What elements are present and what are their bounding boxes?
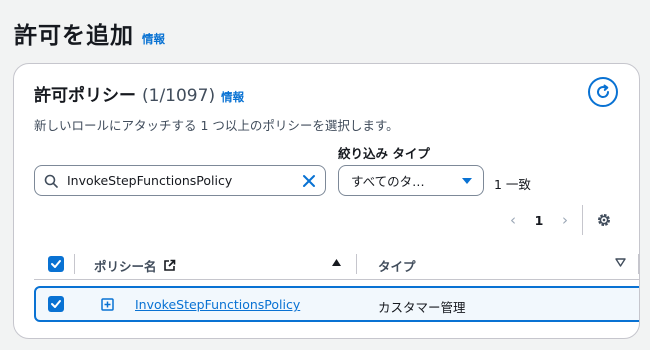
column-divider	[356, 254, 357, 274]
next-page-icon[interactable]: ›	[554, 211, 576, 229]
select-all-checkbox[interactable]	[48, 256, 64, 272]
pagination: ‹ 1 ›	[502, 205, 614, 235]
check-icon	[51, 260, 61, 268]
page-info-link[interactable]: 情報	[142, 31, 165, 47]
settings-button[interactable]	[594, 210, 614, 230]
page-title: 許可を追加	[14, 23, 134, 49]
panel-title: 許可ポリシー	[34, 86, 136, 106]
external-link-icon	[163, 259, 175, 271]
expand-plus-icon[interactable]	[101, 298, 114, 311]
column-divider	[638, 254, 639, 274]
row-checkbox[interactable]	[48, 296, 64, 312]
panel-info-link[interactable]: 情報	[221, 89, 244, 105]
filter-type-select[interactable]: すべてのタ…	[338, 165, 484, 196]
pager-divider	[582, 205, 583, 235]
match-count: 1 一致	[494, 177, 531, 192]
caret-down-icon	[462, 177, 472, 184]
column-divider	[74, 254, 75, 274]
selection-count: (1/1097)	[142, 86, 216, 106]
page-header: 許可を追加 情報	[14, 16, 165, 50]
table-header: ポリシー名 タイプ	[34, 248, 639, 280]
search-value[interactable]: InvokeStepFunctionsPolicy	[67, 173, 302, 188]
filter-type-label: 絞り込み タイプ	[338, 146, 430, 161]
search-input[interactable]: InvokeStepFunctionsPolicy	[34, 165, 326, 196]
panel-description: 新しいロールにアタッチする 1 つ以上のポリシーを選択します。	[34, 118, 399, 133]
table-row[interactable]: InvokeStepFunctionsPolicy カスタマー管理	[34, 286, 639, 322]
page-number[interactable]: 1	[524, 213, 554, 228]
sort-icon[interactable]	[615, 258, 626, 267]
search-icon	[44, 174, 58, 188]
check-icon	[51, 300, 61, 308]
panel-header: 許可ポリシー (1/1097) 情報	[34, 81, 244, 106]
filter-type-value: すべてのタ…	[351, 174, 425, 189]
column-header-policy-name[interactable]: ポリシー名	[94, 256, 176, 275]
policy-type: カスタマー管理	[378, 300, 466, 315]
sort-ascending-icon[interactable]	[331, 258, 342, 267]
policy-name-link[interactable]: InvokeStepFunctionsPolicy	[135, 297, 300, 312]
refresh-icon	[597, 84, 610, 98]
gear-icon	[598, 214, 610, 226]
prev-page-icon[interactable]: ‹	[502, 211, 524, 229]
column-header-type[interactable]: タイプ	[378, 256, 416, 275]
refresh-button[interactable]	[588, 77, 618, 107]
column-label-policy-name: ポリシー名	[94, 259, 157, 274]
clear-icon[interactable]	[302, 174, 316, 188]
permissions-panel: 許可ポリシー (1/1097) 情報 新しいロールにアタッチする 1 つ以上のポ…	[13, 63, 640, 339]
